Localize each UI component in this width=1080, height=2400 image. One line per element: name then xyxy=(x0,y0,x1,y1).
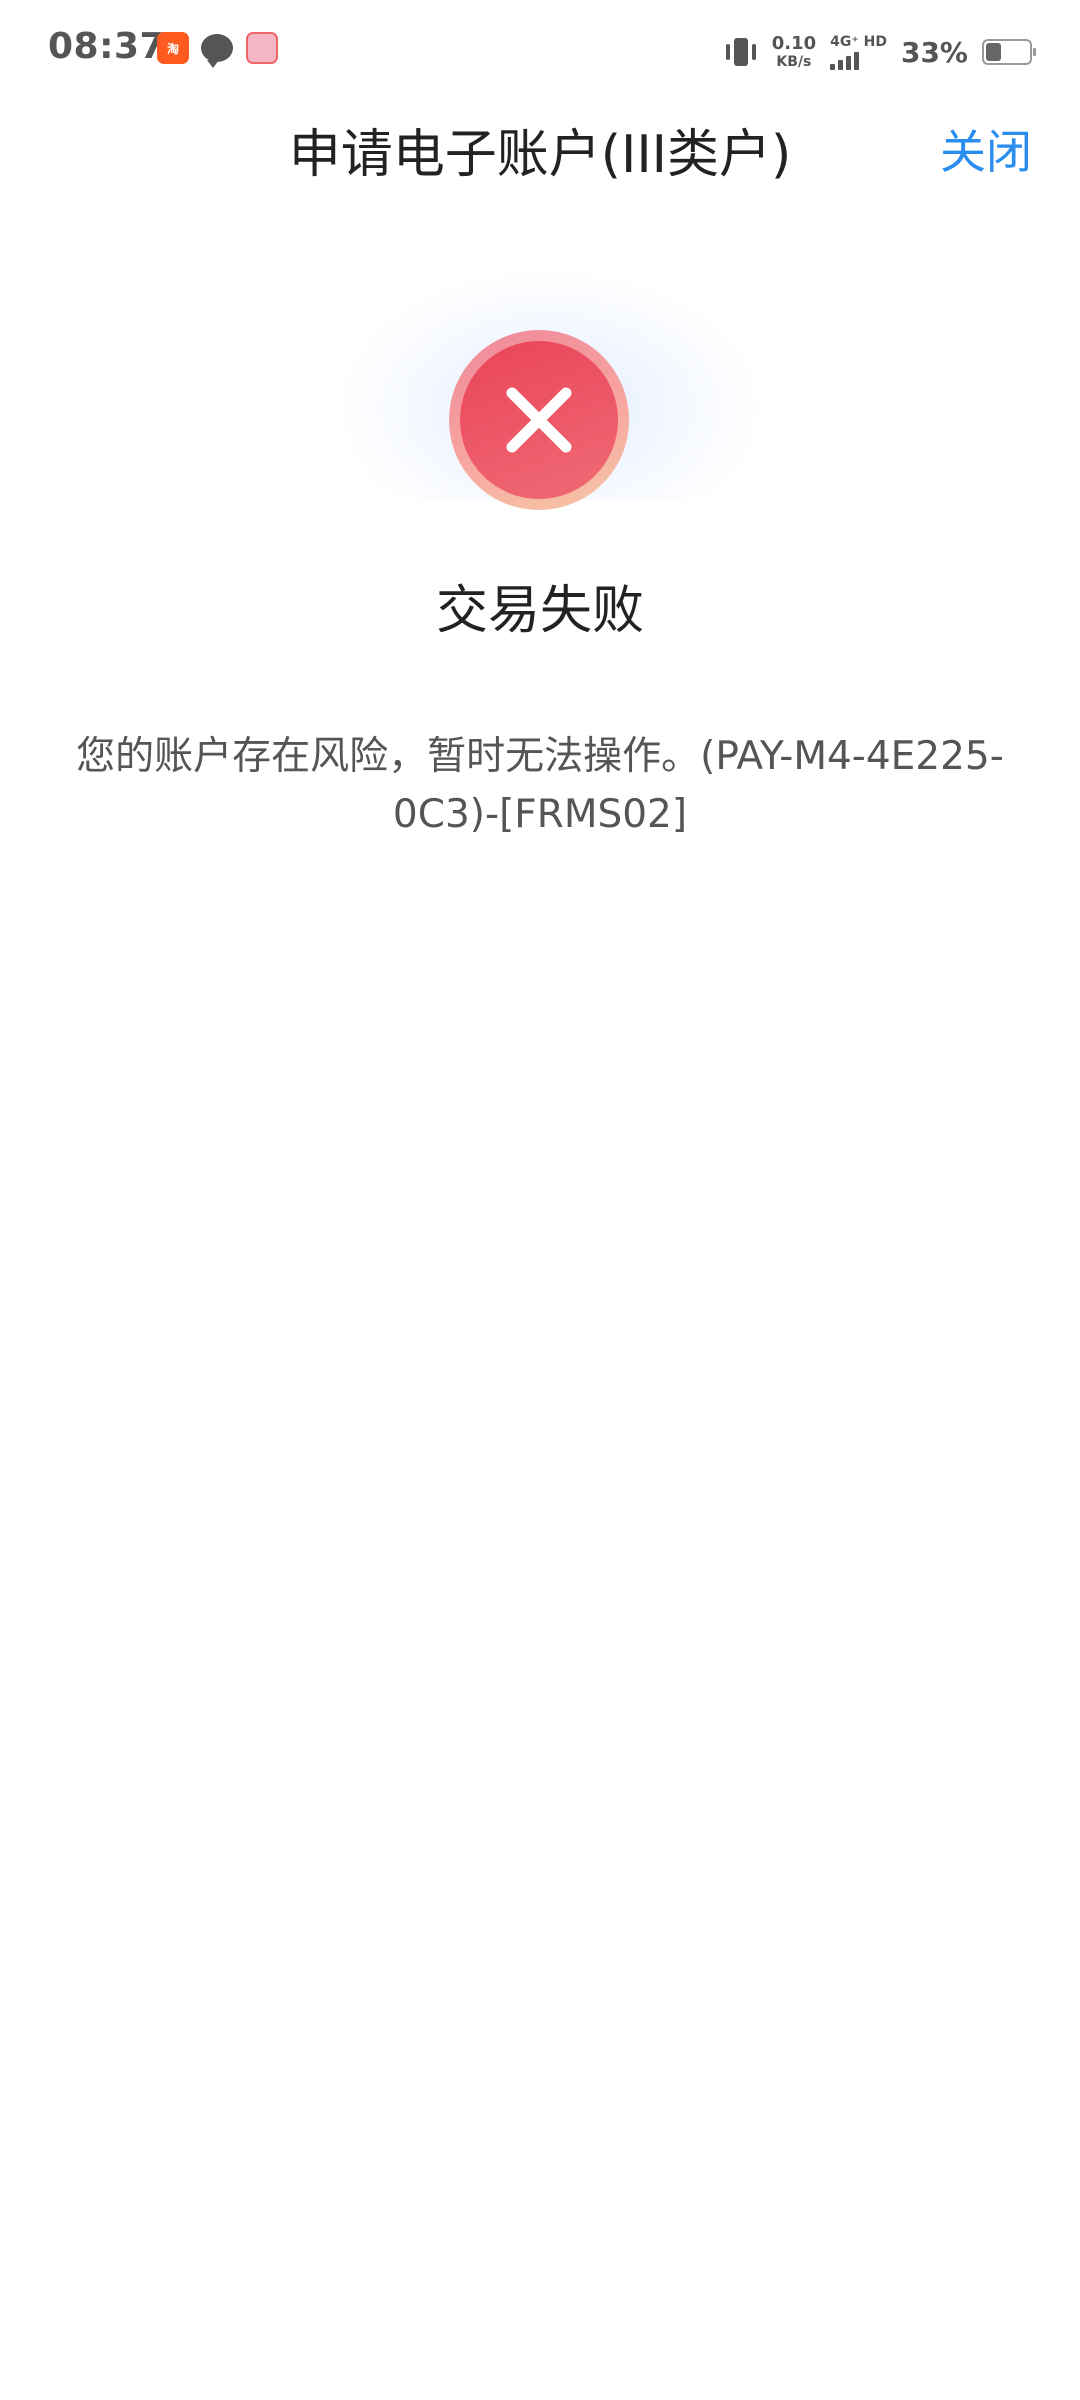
taobao-icon: 淘 xyxy=(157,32,189,64)
battery-icon xyxy=(982,39,1036,65)
result-message: 您的账户存在风险，暂时无法操作。(PAY-M4-4E225-0C3)-[FRMS… xyxy=(76,734,1004,837)
network-speed-unit: KB/s xyxy=(776,54,812,70)
close-button[interactable]: 关闭 xyxy=(940,116,1032,182)
result-title: 交易失败 xyxy=(435,581,644,641)
message-icon xyxy=(201,34,233,68)
network-speed-value: 0.10 xyxy=(771,33,817,54)
battery-percent: 33% xyxy=(900,35,968,69)
status-bar: 08:37 淘 0.10 KB/s 4G⁺ HD 33% xyxy=(0,0,1080,100)
status-time: 08:37 xyxy=(48,26,166,67)
status-indicators: 0.10 KB/s 4G⁺ HD 33% xyxy=(724,28,1036,76)
nav-bar: 申请电子账户(III类户) 关闭 xyxy=(0,100,1080,200)
network-type-label: 4G⁺ HD xyxy=(830,33,887,50)
vibrate-icon xyxy=(724,36,758,68)
network-speed: 0.10 KB/s xyxy=(771,33,817,70)
signal-icon: 4G⁺ HD xyxy=(830,35,887,70)
pink-app-icon xyxy=(246,32,278,64)
page-title: 申请电子账户(III类户) xyxy=(288,125,792,185)
error-x-icon xyxy=(449,330,629,510)
